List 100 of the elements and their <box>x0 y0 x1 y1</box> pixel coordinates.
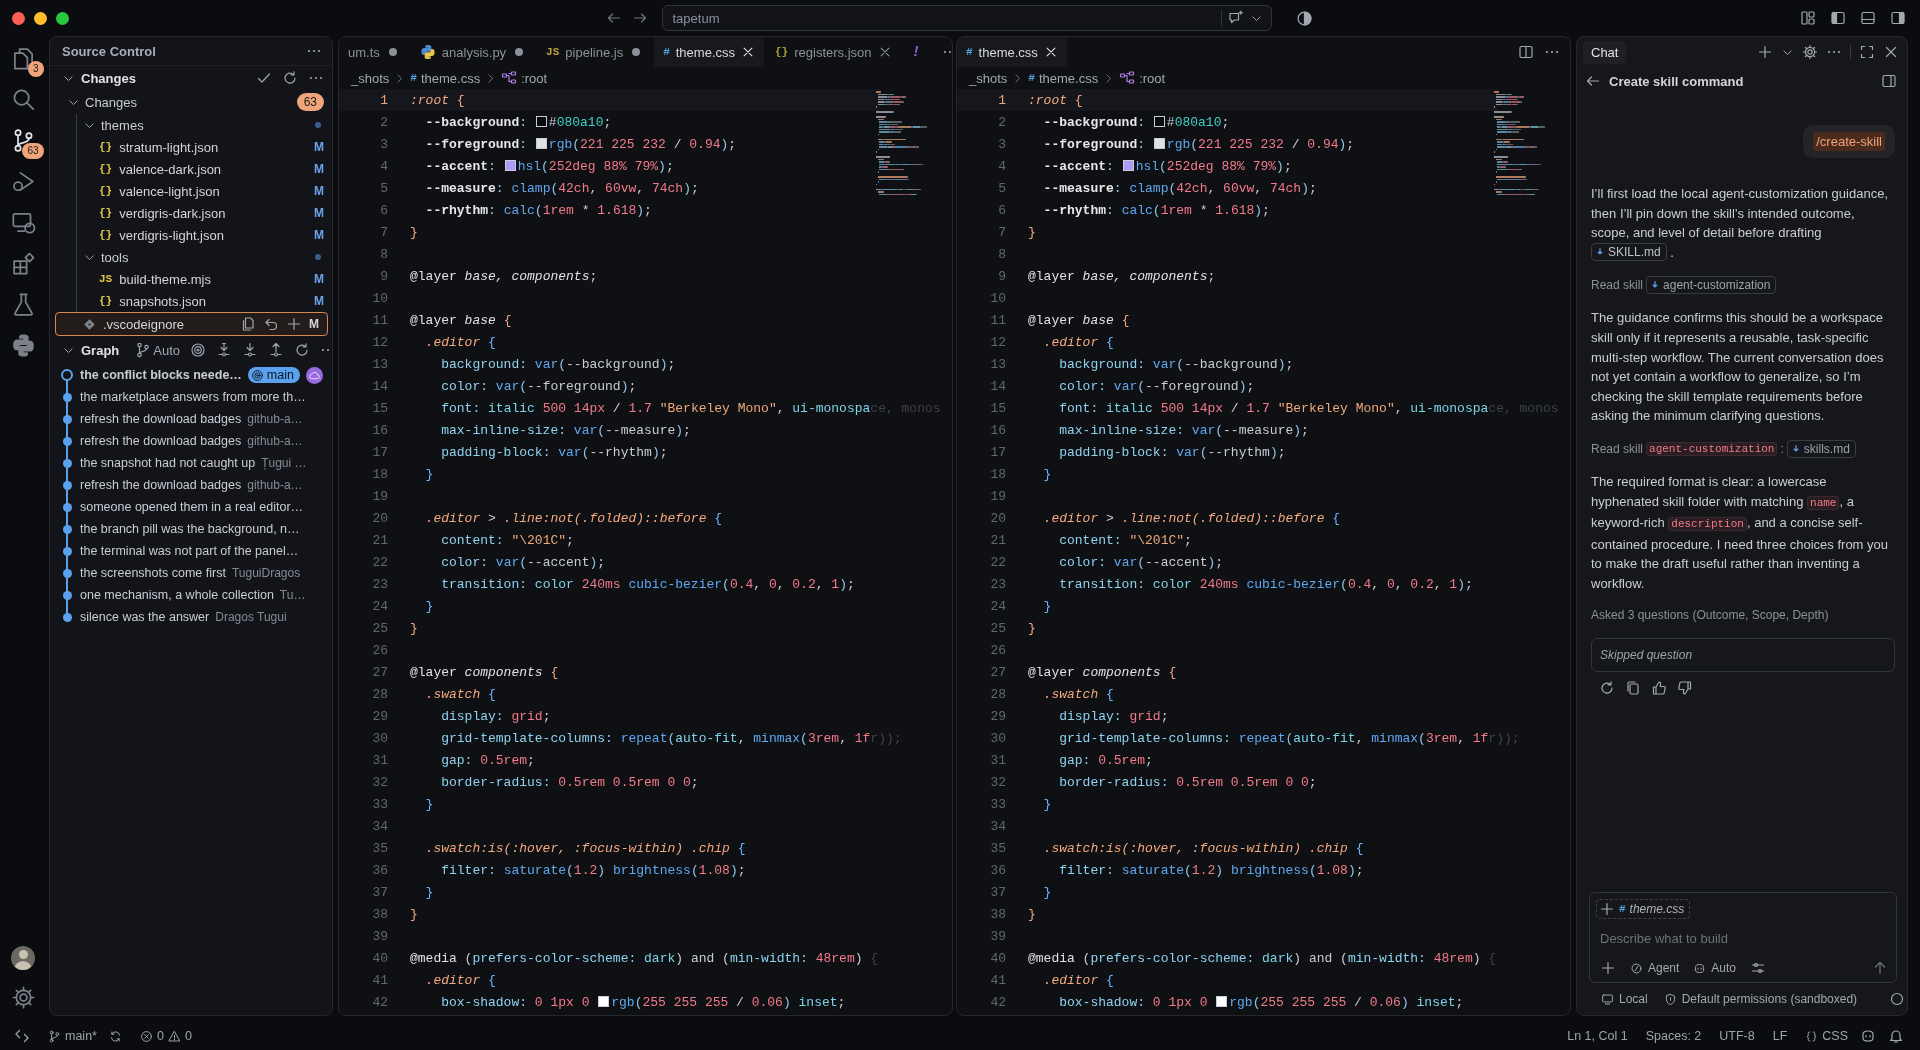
commit-message[interactable]: the marketplace answers from more th… <box>80 390 306 404</box>
problems-status[interactable]: 0 0 <box>139 1029 192 1043</box>
python-icon[interactable] <box>10 333 36 358</box>
chat-input-box[interactable]: # theme.css Describe what to build Agent Auto <box>1589 892 1897 983</box>
thumbs-up-icon[interactable] <box>1651 679 1667 696</box>
new-chat-icon[interactable] <box>1757 44 1773 60</box>
close-icon[interactable] <box>741 45 755 59</box>
commit-message[interactable]: the branch pill was the background, n… <box>80 522 300 536</box>
settings-icon[interactable] <box>1802 44 1818 60</box>
encoding-status[interactable]: UTF-8 <box>1719 1029 1755 1043</box>
section-title[interactable]: Graph <box>81 342 120 358</box>
commit-message[interactable]: refresh the download badges <box>80 412 242 426</box>
editor-tab[interactable]: analysis.py <box>410 37 536 67</box>
commit-message[interactable]: refresh the download badges <box>80 478 242 492</box>
file-reference[interactable]: agent-customization <box>1646 276 1777 295</box>
commit-message[interactable]: silence was the answer <box>80 610 210 624</box>
chat-tab[interactable]: Chat <box>1583 40 1627 64</box>
half-circle-icon[interactable] <box>1295 9 1313 27</box>
indentation-status[interactable]: Spaces: 2 <box>1645 1029 1702 1043</box>
pull-icon[interactable] <box>242 342 259 358</box>
file-row[interactable]: .vscodeignore M <box>55 312 328 336</box>
run-debug-icon[interactable] <box>10 169 36 194</box>
breadcrumb[interactable]: _shots <box>351 70 390 86</box>
breadcrumb[interactable]: :root <box>521 70 548 86</box>
chat-input-field[interactable]: Describe what to build <box>1596 925 1888 954</box>
breadcrumb[interactable]: :root <box>1139 70 1166 86</box>
settings-icon[interactable] <box>10 985 36 1010</box>
commit-message[interactable]: someone opened them in a real editor… <box>80 500 304 514</box>
remote-icon[interactable] <box>14 1028 30 1044</box>
fetch-icon[interactable] <box>216 342 233 358</box>
file-row[interactable]: JS build-theme.mjs M <box>77 268 332 290</box>
color-swatch[interactable] <box>1216 995 1228 1007</box>
line-ending-status[interactable]: LF <box>1772 1029 1788 1043</box>
branch-status[interactable]: main* <box>48 1029 97 1043</box>
bell-icon[interactable] <box>1888 1028 1904 1044</box>
toggle-sidebar-icon[interactable] <box>1830 10 1846 26</box>
toggle-panel-icon[interactable] <box>1860 10 1876 26</box>
commit-message[interactable]: the screenshots come first <box>80 566 226 580</box>
location-picker[interactable]: Local <box>1601 992 1648 1006</box>
language-mode[interactable]: CSS <box>1805 1029 1848 1043</box>
sync-icon[interactable] <box>108 1029 122 1043</box>
command-center-field[interactable]: tapetum <box>661 5 1272 31</box>
group-label[interactable]: Changes <box>85 94 138 110</box>
file-row[interactable]: {} verdigris-light.json M <box>77 224 332 246</box>
editor-tab[interactable]: {} registers.json <box>766 37 901 67</box>
commit-message[interactable]: the snapshot had not caught up <box>80 456 256 470</box>
extensions-icon[interactable] <box>10 251 36 276</box>
breadcrumb[interactable]: _shots <box>969 70 1008 86</box>
color-swatch[interactable] <box>504 159 516 171</box>
cursor-position[interactable]: Ln 1, Col 1 <box>1567 1029 1628 1043</box>
maximize-window-button[interactable] <box>56 11 69 25</box>
color-swatch[interactable] <box>535 115 547 127</box>
panel-icon[interactable] <box>1881 73 1897 89</box>
commit-message[interactable]: the terminal was not part of the panel… <box>80 544 299 558</box>
push-icon[interactable] <box>268 342 285 358</box>
close-window-button[interactable] <box>12 11 25 25</box>
stage-plus-icon[interactable] <box>286 316 302 332</box>
editor-tab[interactable]: ! <box>902 37 930 67</box>
maximize-icon[interactable] <box>1859 44 1875 60</box>
refresh-icon[interactable] <box>282 70 298 86</box>
editor-tab[interactable]: # theme.css <box>654 37 764 67</box>
send-icon[interactable] <box>1872 960 1888 976</box>
retry-icon[interactable] <box>1599 679 1615 696</box>
file-row[interactable]: {} verdigris-dark.json M <box>77 202 332 224</box>
account-avatar[interactable] <box>11 946 35 970</box>
file-row[interactable]: {} valence-light.json M <box>77 180 332 202</box>
branch-filter-button[interactable]: Auto <box>131 342 181 358</box>
model-picker[interactable]: Auto <box>1693 961 1737 975</box>
toggle-secondary-sidebar-icon[interactable] <box>1890 10 1906 26</box>
folder-name[interactable]: tools <box>101 249 129 265</box>
commit-message[interactable]: the conflict blocks neede… <box>80 368 242 382</box>
editor-tab[interactable]: JS pipeline.js <box>537 37 653 67</box>
commit-message[interactable]: refresh the download badges <box>80 434 242 448</box>
color-swatch[interactable] <box>1122 159 1134 171</box>
file-row[interactable]: {} valence-dark.json M <box>77 158 332 180</box>
breadcrumb[interactable]: theme.css <box>1038 70 1099 86</box>
file-row[interactable]: {} stratum-light.json M <box>77 136 332 158</box>
commit-message[interactable]: one mechanism, a whole collection <box>80 588 274 602</box>
discard-icon[interactable] <box>263 316 279 332</box>
chat-sparkle-icon[interactable] <box>1227 10 1244 26</box>
permissions-picker[interactable]: Default permissions (sandboxed) <box>1663 992 1858 1006</box>
section-title[interactable]: Changes <box>81 70 136 86</box>
breadcrumb[interactable]: theme.css <box>420 70 481 86</box>
back-arrow-icon[interactable] <box>1585 73 1601 89</box>
folder-name[interactable]: themes <box>101 117 144 133</box>
color-swatch[interactable] <box>1153 137 1165 149</box>
open-file-icon[interactable] <box>240 316 256 332</box>
target-icon[interactable] <box>190 342 207 358</box>
editor-tab[interactable]: # theme.css <box>957 37 1067 67</box>
sliders-icon[interactable] <box>1750 960 1767 976</box>
color-swatch[interactable] <box>598 995 610 1007</box>
split-editor-icon[interactable] <box>1518 44 1534 60</box>
add-icon[interactable] <box>1600 960 1616 976</box>
color-swatch[interactable] <box>535 137 547 149</box>
thumbs-down-icon[interactable] <box>1677 679 1693 696</box>
minimize-window-button[interactable] <box>34 11 47 25</box>
back-arrow-icon[interactable] <box>605 10 622 26</box>
mode-picker[interactable]: Agent <box>1630 961 1680 975</box>
color-swatch[interactable] <box>1153 115 1165 127</box>
circle-icon[interactable] <box>1889 991 1906 1007</box>
